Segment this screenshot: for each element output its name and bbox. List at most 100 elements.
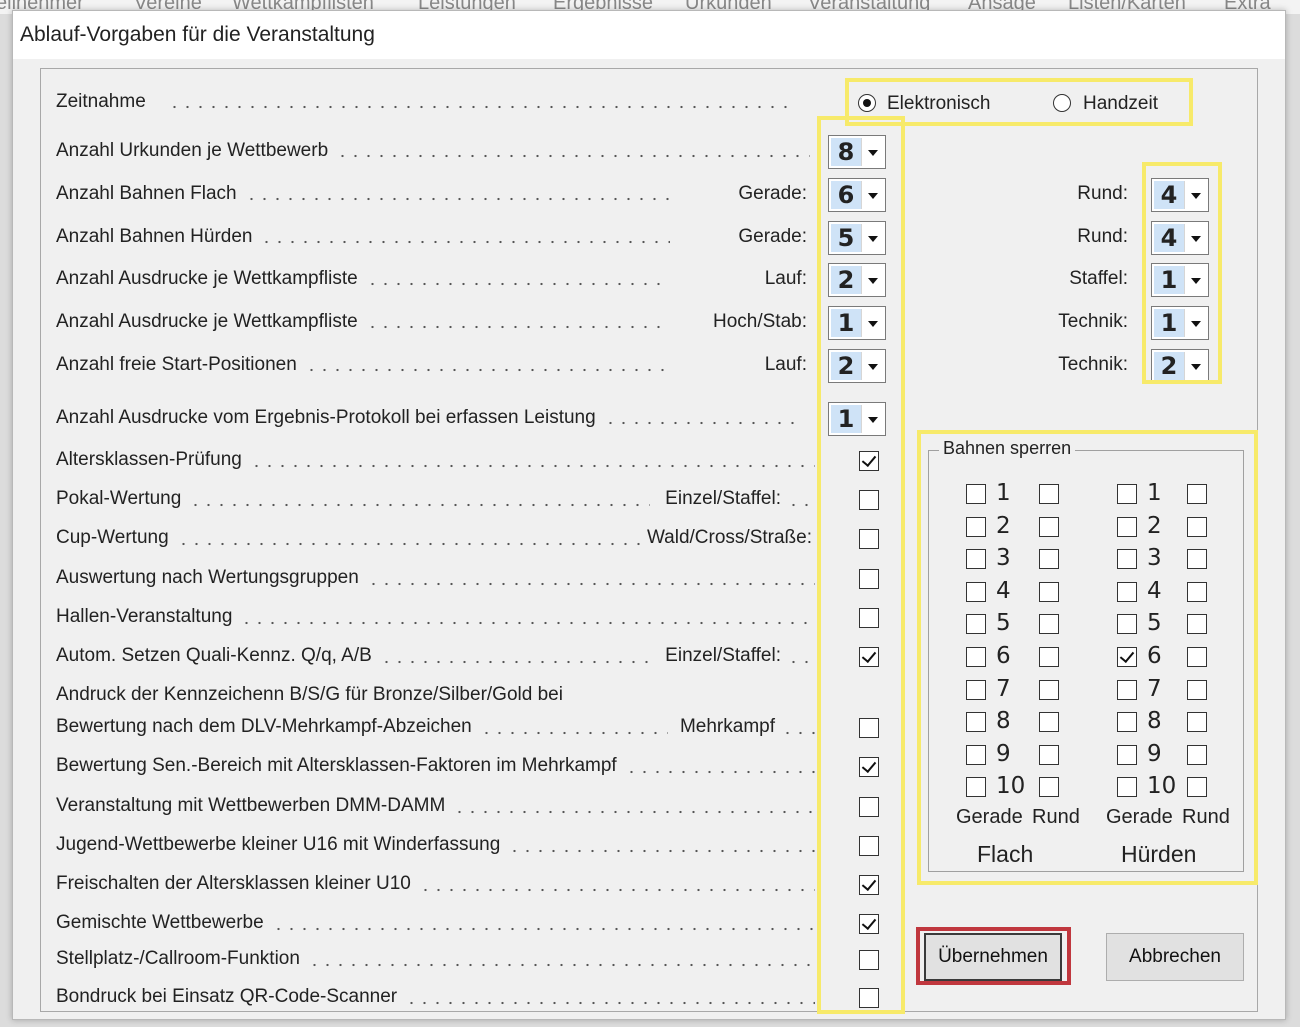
chevron-down-icon[interactable]: [1184, 181, 1206, 209]
option-checkbox[interactable]: [859, 718, 879, 738]
lane-checkbox-huerden-rund[interactable]: [1187, 647, 1207, 667]
lane-checkbox-flach-rund[interactable]: [1039, 777, 1059, 797]
dot-leader: [307, 963, 815, 967]
row-mid-label: Hoch/Stab:: [713, 311, 807, 332]
option-label: Jugend-Wettbewerbe kleiner U16 mit Winde…: [56, 834, 501, 855]
lane-checkbox-flach-rund[interactable]: [1039, 712, 1059, 732]
combo-value: 1: [831, 309, 861, 337]
combo-value: 6: [831, 181, 861, 209]
lane-checkbox-flach-gerade[interactable]: [966, 484, 986, 504]
chevron-down-icon[interactable]: [861, 138, 883, 166]
lane-checkbox-flach-rund[interactable]: [1039, 614, 1059, 634]
lane-checkbox-huerden-rund[interactable]: [1187, 745, 1207, 765]
lane-checkbox-flach-rund[interactable]: [1039, 484, 1059, 504]
lane-checkbox-flach-gerade[interactable]: [966, 745, 986, 765]
option-label-line2: Bewertung nach dem DLV-Mehrkampf-Abzeich…: [56, 716, 472, 737]
option-checkbox[interactable]: [859, 836, 879, 856]
combo-box[interactable]: 1: [828, 306, 886, 340]
option-checkbox[interactable]: [859, 608, 879, 628]
radio-elektronisch[interactable]: [858, 94, 876, 112]
dot-leader: [176, 542, 650, 546]
combo-box-right[interactable]: 4: [1151, 221, 1209, 255]
row-right-label: Technik:: [1058, 311, 1128, 332]
radio-label-elektronisch[interactable]: Elektronisch: [887, 93, 991, 115]
lane-checkbox-huerden-rund[interactable]: [1187, 614, 1207, 634]
combo-box[interactable]: 8: [828, 135, 886, 169]
lane-checkbox-huerden-rund[interactable]: [1187, 484, 1207, 504]
option-checkbox[interactable]: [859, 569, 879, 589]
option-checkbox[interactable]: [859, 797, 879, 817]
chevron-down-icon[interactable]: [1184, 224, 1206, 252]
dot-leader: [365, 282, 670, 286]
option-suffix: Einzel/Staffel:: [665, 488, 781, 509]
lane-number: 6: [1147, 643, 1162, 669]
lane-checkbox-flach-gerade[interactable]: [966, 517, 986, 537]
lane-checkbox-flach-gerade[interactable]: [966, 549, 986, 569]
option-label: Andruck der Kennzeichenn B/S/G für Bronz…: [56, 684, 563, 705]
lane-checkbox-flach-rund[interactable]: [1039, 647, 1059, 667]
lane-checkbox-huerden-gerade[interactable]: [1117, 712, 1137, 732]
combo-box-right[interactable]: 4: [1151, 178, 1209, 212]
lane-checkbox-huerden-gerade[interactable]: [1117, 614, 1137, 634]
row-label: Anzahl Ausdrucke je Wettkampfliste: [56, 268, 358, 289]
lane-checkbox-huerden-gerade[interactable]: [1117, 484, 1137, 504]
option-checkbox[interactable]: [859, 875, 879, 895]
lane-checkbox-huerden-gerade[interactable]: [1117, 517, 1137, 537]
option-checkbox[interactable]: [859, 988, 879, 1008]
abbrechen-button[interactable]: Abbrechen: [1106, 933, 1244, 981]
lane-checkbox-huerden-rund[interactable]: [1187, 517, 1207, 537]
lane-checkbox-huerden-rund[interactable]: [1187, 582, 1207, 602]
lane-checkbox-huerden-rund[interactable]: [1187, 712, 1207, 732]
lane-checkbox-flach-gerade[interactable]: [966, 582, 986, 602]
lane-checkbox-huerden-rund[interactable]: [1187, 680, 1207, 700]
combo-box[interactable]: 6: [828, 178, 886, 212]
combo-box[interactable]: 2: [828, 349, 886, 383]
option-checkbox[interactable]: [859, 490, 879, 510]
lane-checkbox-flach-gerade[interactable]: [966, 777, 986, 797]
option-checkbox[interactable]: [859, 647, 879, 667]
lane-checkbox-flach-rund[interactable]: [1039, 549, 1059, 569]
radio-label-handzeit[interactable]: Handzeit: [1083, 93, 1158, 115]
uebernehmen-button[interactable]: Übernehmen: [924, 933, 1062, 981]
lane-checkbox-flach-gerade[interactable]: [966, 712, 986, 732]
option-checkbox[interactable]: [859, 529, 879, 549]
combo-box-right[interactable]: 2: [1151, 349, 1209, 383]
chevron-down-icon[interactable]: [1184, 352, 1206, 380]
combo-box-right[interactable]: 1: [1151, 263, 1209, 297]
chevron-down-icon[interactable]: [861, 352, 883, 380]
option-checkbox[interactable]: [859, 757, 879, 777]
combo-box[interactable]: 2: [828, 263, 886, 297]
lane-number: 10: [996, 773, 1026, 799]
lane-checkbox-huerden-gerade[interactable]: [1117, 680, 1137, 700]
zeitnahme-label: Zeitnahme: [56, 91, 146, 112]
combo-box[interactable]: 1: [828, 402, 886, 436]
lane-checkbox-huerden-gerade[interactable]: [1117, 582, 1137, 602]
combo-box-right[interactable]: 1: [1151, 306, 1209, 340]
chevron-down-icon[interactable]: [861, 224, 883, 252]
combo-box[interactable]: 5: [828, 221, 886, 255]
lane-checkbox-huerden-gerade[interactable]: [1117, 549, 1137, 569]
lane-checkbox-flach-gerade[interactable]: [966, 680, 986, 700]
lane-checkbox-huerden-gerade[interactable]: [1117, 777, 1137, 797]
radio-handzeit[interactable]: [1053, 94, 1071, 112]
lane-checkbox-huerden-gerade[interactable]: [1117, 647, 1137, 667]
lane-checkbox-flach-gerade[interactable]: [966, 647, 986, 667]
dot-leader: [249, 464, 815, 468]
lane-checkbox-flach-gerade[interactable]: [966, 614, 986, 634]
option-checkbox[interactable]: [859, 451, 879, 471]
chevron-down-icon[interactable]: [861, 181, 883, 209]
lane-checkbox-huerden-rund[interactable]: [1187, 777, 1207, 797]
chevron-down-icon[interactable]: [861, 309, 883, 337]
lane-checkbox-huerden-gerade[interactable]: [1117, 745, 1137, 765]
lane-checkbox-flach-rund[interactable]: [1039, 745, 1059, 765]
lane-checkbox-flach-rund[interactable]: [1039, 517, 1059, 537]
option-checkbox[interactable]: [859, 914, 879, 934]
chevron-down-icon[interactable]: [1184, 309, 1206, 337]
chevron-down-icon[interactable]: [861, 405, 883, 433]
lane-checkbox-huerden-rund[interactable]: [1187, 549, 1207, 569]
lane-checkbox-flach-rund[interactable]: [1039, 582, 1059, 602]
option-checkbox[interactable]: [859, 950, 879, 970]
chevron-down-icon[interactable]: [1184, 266, 1206, 294]
chevron-down-icon[interactable]: [861, 266, 883, 294]
lane-checkbox-flach-rund[interactable]: [1039, 680, 1059, 700]
